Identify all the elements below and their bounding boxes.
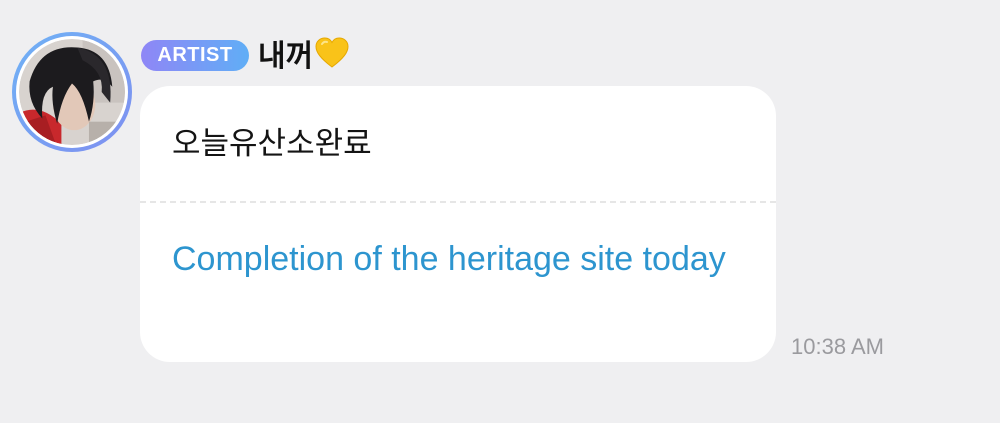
avatar[interactable] [12,32,132,152]
yellow-heart-icon [315,37,349,68]
sender-nickname[interactable]: 내꺼 [258,33,349,74]
nickname-text: 내꺼 [258,39,314,74]
message-bubble[interactable]: 오늘유산소완료 Completion of the heritage site … [140,86,776,362]
avatar-border [16,36,128,148]
artist-badge: ARTIST [141,40,249,71]
profile-photo [19,39,125,145]
translated-message-text: Completion of the heritage site today [172,240,726,278]
translation-divider [140,201,776,203]
message-timestamp: 10:38 AM [791,334,884,359]
original-message-text: 오늘유산소완료 [172,126,372,162]
